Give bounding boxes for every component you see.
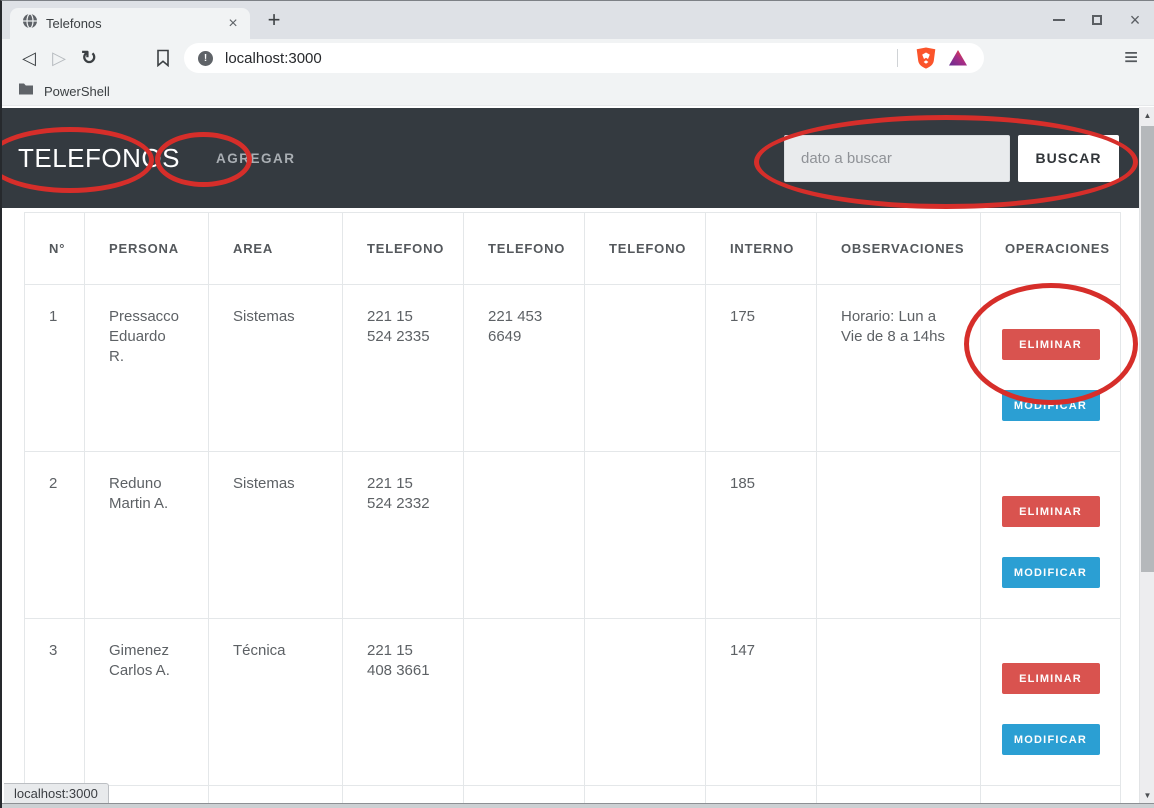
- column-header: TELEFONO: [464, 213, 585, 285]
- cell-operaciones: ELIMINAR MODIFICAR: [981, 285, 1121, 452]
- cell-persona: Reduno Martin A.: [85, 452, 209, 619]
- agregar-link[interactable]: AGREGAR: [216, 151, 296, 166]
- buscar-button[interactable]: BUSCAR: [1018, 135, 1119, 182]
- cell-interno: 175: [706, 285, 817, 452]
- back-button-icon[interactable]: ◁: [14, 48, 44, 69]
- page-scrollbar[interactable]: ▲ ▼: [1139, 107, 1154, 804]
- browser-window: Telefonos × + × ◁ ▷ ↻ ! localhost:3000: [0, 0, 1154, 808]
- cell-telefono-2: [464, 452, 585, 619]
- column-header: PERSONA: [85, 213, 209, 285]
- cell-area: Sistemas: [209, 452, 343, 619]
- column-header: N°: [25, 213, 85, 285]
- cell-area: Sistemas: [209, 285, 343, 452]
- cell-telefono-2: [464, 619, 585, 786]
- brave-shield-icon[interactable]: [916, 47, 936, 69]
- minimize-icon: [1053, 19, 1065, 21]
- url-bar[interactable]: ! localhost:3000: [184, 43, 984, 73]
- app-navbar: TELEFONOS AGREGAR BUSCAR: [2, 108, 1139, 208]
- urlbar-divider: [897, 49, 898, 67]
- maximize-button[interactable]: [1086, 9, 1108, 31]
- cell-numero: 1: [25, 285, 85, 452]
- column-header: OPERACIONES: [981, 213, 1121, 285]
- forward-button-icon: ▷: [44, 48, 74, 69]
- bat-triangle-icon[interactable]: [948, 49, 968, 67]
- status-bar-url: localhost:3000: [4, 783, 109, 804]
- reload-button-icon[interactable]: ↻: [74, 47, 104, 70]
- modificar-button[interactable]: MODIFICAR: [1002, 557, 1100, 588]
- browser-toolbar: ◁ ▷ ↻ ! localhost:3000 ≡: [2, 39, 1154, 77]
- tab-close-icon[interactable]: ×: [224, 16, 242, 32]
- cell-operaciones: ELIMINAR MODIFICAR: [981, 619, 1121, 786]
- scroll-down-icon[interactable]: ▼: [1140, 787, 1154, 804]
- cell-telefono-1: 221 15 408 3661: [343, 619, 464, 786]
- column-header: OBSERVACIONES: [817, 213, 981, 285]
- scroll-up-icon[interactable]: ▲: [1140, 107, 1154, 124]
- search-input[interactable]: [784, 135, 1010, 182]
- new-tab-button[interactable]: +: [260, 7, 288, 35]
- bookmarks-bar: PowerShell: [2, 77, 1154, 106]
- maximize-icon: [1092, 15, 1102, 25]
- close-button[interactable]: ×: [1124, 9, 1146, 31]
- bookmark-icon[interactable]: [148, 49, 178, 67]
- cell-area: Técnica: [209, 619, 343, 786]
- cell-telefono-3: [585, 285, 706, 452]
- eliminar-button[interactable]: ELIMINAR: [1002, 496, 1100, 527]
- bookmark-item-powershell[interactable]: PowerShell: [44, 84, 110, 99]
- minimize-button[interactable]: [1048, 9, 1070, 31]
- cell-persona: Pressacco Eduardo R.: [85, 285, 209, 452]
- site-info-icon[interactable]: !: [198, 51, 213, 66]
- cell-telefono-2: 221 453 6649: [464, 285, 585, 452]
- browser-tab[interactable]: Telefonos ×: [10, 8, 250, 39]
- cell-telefono-3: [585, 619, 706, 786]
- phones-table: N°PERSONAAREATELEFONOTELEFONOTELEFONOINT…: [24, 212, 1121, 808]
- menu-icon[interactable]: ≡: [1118, 44, 1144, 72]
- modificar-button[interactable]: MODIFICAR: [1002, 724, 1100, 755]
- tab-title: Telefonos: [46, 16, 224, 31]
- folder-icon: [18, 82, 34, 100]
- cell-telefono-1: 221 15 524 2335: [343, 285, 464, 452]
- table-row: 2 Reduno Martin A. Sistemas 221 15 524 2…: [25, 452, 1121, 619]
- window-controls: ×: [1048, 7, 1146, 33]
- cell-observaciones: [817, 452, 981, 619]
- cell-interno: 147: [706, 619, 817, 786]
- eliminar-button[interactable]: ELIMINAR: [1002, 329, 1100, 360]
- modificar-button[interactable]: MODIFICAR: [1002, 390, 1100, 421]
- cell-observaciones: Horario: Lun a Vie de 8 a 14hs: [817, 285, 981, 452]
- column-header: INTERNO: [706, 213, 817, 285]
- cell-telefono-1: 221 15 524 2332: [343, 452, 464, 619]
- cell-telefono-3: [585, 452, 706, 619]
- globe-favicon-icon: [22, 13, 38, 34]
- eliminar-button[interactable]: ELIMINAR: [1002, 663, 1100, 694]
- cell-persona: Gimenez Carlos A.: [85, 619, 209, 786]
- table-row: 1 Pressacco Eduardo R. Sistemas 221 15 5…: [25, 285, 1121, 452]
- page-viewport: TELEFONOS AGREGAR BUSCAR N°PERSONAAREATE…: [2, 108, 1139, 808]
- scrollbar-thumb[interactable]: [1141, 126, 1154, 572]
- table-row: 3 Gimenez Carlos A. Técnica 221 15 408 3…: [25, 619, 1121, 786]
- window-bottom-edge: [2, 803, 1154, 808]
- column-header: AREA: [209, 213, 343, 285]
- tab-strip: Telefonos × + ×: [2, 1, 1154, 39]
- app-brand[interactable]: TELEFONOS: [18, 143, 180, 174]
- cell-observaciones: [817, 619, 981, 786]
- cell-numero: 3: [25, 619, 85, 786]
- column-header: TELEFONO: [585, 213, 706, 285]
- column-header: TELEFONO: [343, 213, 464, 285]
- cell-numero: 2: [25, 452, 85, 619]
- url-text[interactable]: localhost:3000: [225, 50, 885, 67]
- cell-operaciones: ELIMINAR MODIFICAR: [981, 452, 1121, 619]
- table-header-row: N°PERSONAAREATELEFONOTELEFONOTELEFONOINT…: [25, 213, 1121, 285]
- cell-interno: 185: [706, 452, 817, 619]
